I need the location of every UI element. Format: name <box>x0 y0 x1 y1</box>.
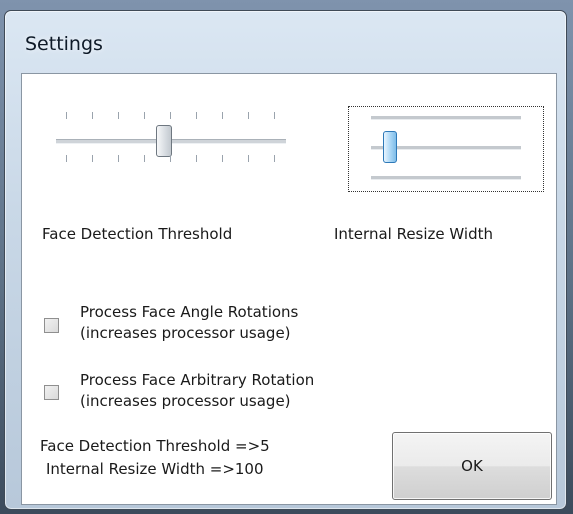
face-arbitrary-rotation-checkbox[interactable] <box>44 385 59 400</box>
slider-tick <box>196 155 197 162</box>
slider-thumb[interactable] <box>383 131 397 163</box>
slider-tick <box>222 155 223 162</box>
slider-tick <box>248 112 249 119</box>
dialog-client-area: Face Detection Threshold Internal Resize… <box>21 73 557 505</box>
face-detection-threshold-slider[interactable] <box>56 96 291 166</box>
settings-dialog: Settings Face Detection Threshold Intern… <box>4 10 567 510</box>
slider-guide-line <box>371 176 521 180</box>
slider-guide-line <box>371 116 521 120</box>
slider-tick <box>144 155 145 162</box>
face-angle-rotations-label[interactable]: Process Face Angle Rotations (increases … <box>80 302 298 344</box>
slider-tick <box>118 155 119 162</box>
slider-tick <box>92 155 93 162</box>
resize-width-status-text: Internal Resize Width =>100 <box>46 460 264 478</box>
slider-tick <box>66 155 67 162</box>
slider-tick <box>196 112 197 119</box>
checkbox-label-line: Process Face Arbitrary Rotation <box>80 371 315 389</box>
ok-button[interactable]: OK <box>392 432 552 500</box>
slider-ticks-top <box>66 112 276 122</box>
slider-tick <box>274 155 275 162</box>
slider-tick <box>170 112 171 119</box>
slider-ticks-bottom <box>66 155 276 165</box>
slider-thumb[interactable] <box>156 125 172 157</box>
slider-tick <box>274 112 275 119</box>
slider-tick <box>118 112 119 119</box>
face-arbitrary-rotation-label[interactable]: Process Face Arbitrary Rotation (increas… <box>80 370 314 412</box>
checkbox-label-line: (increases processor usage) <box>80 392 291 410</box>
internal-resize-width-label: Internal Resize Width <box>334 225 493 243</box>
slider-tick <box>66 112 67 119</box>
checkbox-label-line: Process Face Angle Rotations <box>80 303 299 321</box>
internal-resize-width-slider[interactable] <box>348 106 544 192</box>
window-title: Settings <box>25 33 103 55</box>
checkbox-label-line: (increases processor usage) <box>80 324 291 342</box>
face-detection-threshold-label: Face Detection Threshold <box>42 225 233 243</box>
slider-tick <box>222 112 223 119</box>
threshold-status-text: Face Detection Threshold =>5 <box>40 437 270 455</box>
face-angle-rotations-checkbox[interactable] <box>44 318 59 333</box>
slider-tick <box>248 155 249 162</box>
slider-tick <box>92 112 93 119</box>
slider-tick <box>170 155 171 162</box>
slider-tick <box>144 112 145 119</box>
